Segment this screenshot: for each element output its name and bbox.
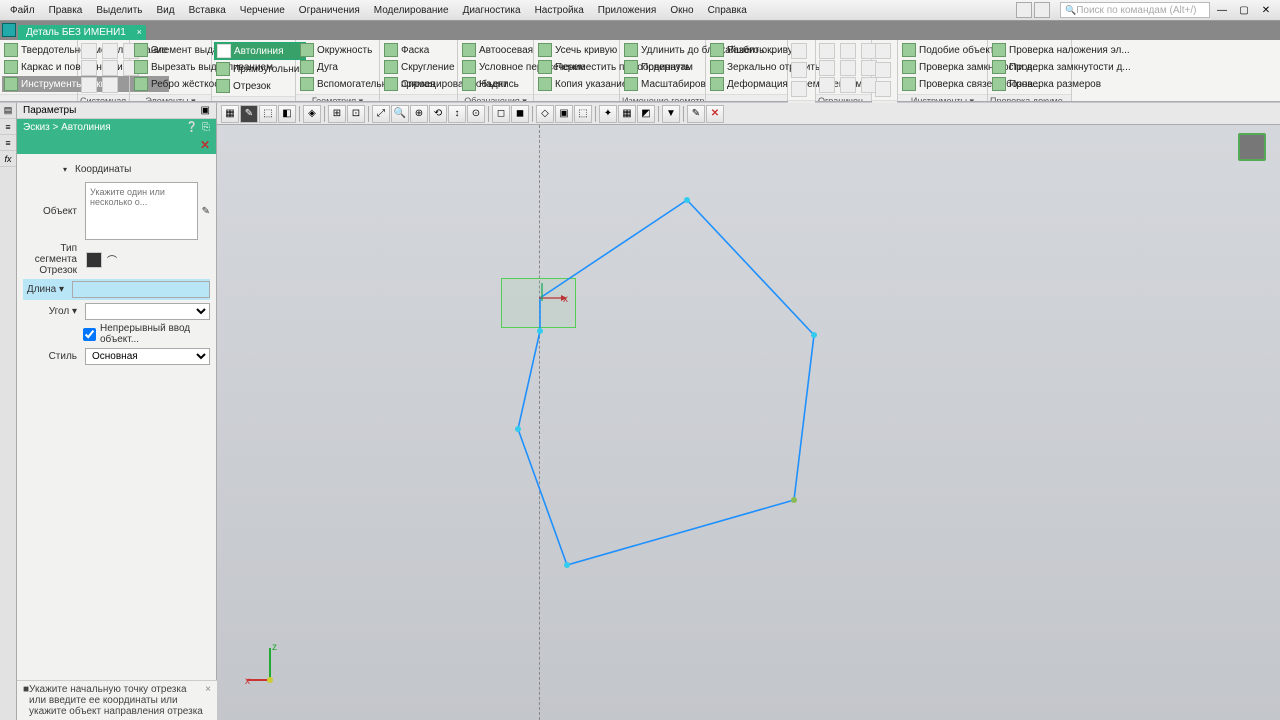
menu-help[interactable]: Справка bbox=[702, 3, 753, 18]
style-select[interactable]: Основная bbox=[85, 348, 210, 365]
sketch-polygon bbox=[217, 103, 1277, 703]
parameters-panel: Параметры▣ Эскиз > Автолиния ❔ ⎘ ✕ Коорд… bbox=[17, 103, 217, 720]
ribbon-label-annot[interactable]: Обозначения ▾ bbox=[458, 94, 533, 101]
minimize-button[interactable]: — bbox=[1213, 2, 1231, 18]
document-tab[interactable]: Деталь БЕЗ ИМЕНИ1 × bbox=[18, 25, 146, 40]
menubar: Файл Правка Выделить Вид Вставка Черчени… bbox=[0, 0, 1280, 21]
segtype-arc-icon[interactable]: ⌒ bbox=[107, 252, 117, 267]
label-angle[interactable]: Угол ▾ bbox=[23, 306, 81, 317]
svg-text:x: x bbox=[245, 676, 250, 687]
sidetab-fx[interactable]: fx bbox=[0, 151, 16, 167]
ribbon: Твердотельное моделирование Каркас и пов… bbox=[0, 40, 1280, 102]
menu-modeling[interactable]: Моделирование bbox=[368, 3, 455, 18]
panel-breadcrumb: Эскиз > Автолиния ❔ ⎘ bbox=[17, 119, 216, 136]
maximize-button[interactable]: ▢ bbox=[1235, 2, 1253, 18]
continuous-checkbox[interactable] bbox=[83, 328, 96, 341]
eyedrop-icon[interactable]: ✎ bbox=[202, 206, 210, 217]
btn-check-closed2[interactable]: Проверка замкнутости д... bbox=[990, 59, 1133, 75]
header-icon-2[interactable] bbox=[1034, 2, 1050, 18]
help-icon[interactable]: ❔ bbox=[186, 122, 198, 133]
sidetab-1[interactable]: ▤ bbox=[0, 103, 16, 119]
document-tabs: Деталь БЕЗ ИМЕНИ1 × bbox=[0, 21, 1280, 40]
ribbon-label-elements[interactable]: Элементы ▾ bbox=[130, 94, 211, 101]
ribbon-label-geometry[interactable]: Геометрия ▾ bbox=[296, 94, 379, 101]
menu-view[interactable]: Вид bbox=[151, 3, 181, 18]
axis-triad: x z bbox=[245, 642, 295, 692]
segtype-line-icon[interactable] bbox=[86, 252, 102, 268]
btn-check-overlap[interactable]: Проверка наложения эл... bbox=[990, 42, 1133, 58]
panel-close-icon[interactable]: ✕ bbox=[200, 138, 210, 152]
app-icon bbox=[2, 23, 16, 37]
pin-icon[interactable]: ⎘ bbox=[202, 122, 210, 133]
status-close-icon[interactable]: × bbox=[205, 684, 211, 717]
continuous-label: Непрерывный ввод объект... bbox=[100, 323, 210, 345]
canvas-viewport[interactable]: ▦ ✎ ⬚ ◧ ◈ ⊞ ⊡ ⤢ 🔍 ⊕ ⟲ ↕ ⊙ ◻ ◼ ◇ ▣ ⬚ ✦ ▦ bbox=[217, 103, 1280, 720]
ribbon-group-label-0 bbox=[0, 94, 77, 101]
ribbon-label-system[interactable]: Системная ▾ bbox=[78, 94, 129, 101]
object-input[interactable] bbox=[85, 182, 198, 240]
origin-marker: x bbox=[539, 283, 569, 313]
svg-text:z: z bbox=[272, 642, 277, 653]
label-object: Объект bbox=[23, 206, 81, 217]
side-tab-strip: ▤ ≡ ≡ fx bbox=[0, 103, 17, 720]
panel-close-row: ✕ bbox=[17, 136, 216, 154]
sys-icon[interactable] bbox=[81, 43, 97, 59]
btn-segment[interactable]: Отрезок bbox=[214, 78, 306, 94]
label-length[interactable]: Длина ▾ bbox=[23, 284, 68, 295]
sidetab-2[interactable]: ≡ bbox=[0, 119, 16, 135]
dim-icon[interactable] bbox=[791, 43, 807, 59]
label-segtype: Тип сегмента Отрезок bbox=[23, 243, 81, 276]
status-text: Укажите начальную точку отрезка или введ… bbox=[29, 684, 205, 717]
btn-rectangle[interactable]: Прямоугольник bbox=[214, 61, 306, 77]
status-bar: ■ Укажите начальную точку отрезка или вв… bbox=[17, 680, 217, 720]
menu-constraints[interactable]: Ограничения bbox=[293, 3, 366, 18]
main-area: ▤ ≡ ≡ fx Параметры▣ Эскиз > Автолиния ❔ … bbox=[0, 103, 1280, 720]
sidetab-3[interactable]: ≡ bbox=[0, 135, 16, 151]
sketch-mode-icon[interactable] bbox=[1238, 133, 1266, 161]
menu-file[interactable]: Файл bbox=[4, 3, 41, 18]
btn-check-dims[interactable]: Проверка размеров bbox=[990, 76, 1133, 92]
ribbon-label-editgeom[interactable]: Изменение геометрии ▾ bbox=[620, 94, 705, 101]
panel-body: Координаты Объект ✎ Тип сегмента Отрезок… bbox=[17, 154, 216, 720]
length-input[interactable] bbox=[72, 281, 210, 298]
close-button[interactable]: ✕ bbox=[1257, 2, 1275, 18]
menu-settings[interactable]: Настройка bbox=[529, 3, 590, 18]
menu-apps[interactable]: Приложения bbox=[592, 3, 663, 18]
tab-close-icon[interactable]: × bbox=[137, 27, 142, 37]
menu-select[interactable]: Выделить bbox=[90, 3, 148, 18]
menu-insert[interactable]: Вставка bbox=[183, 3, 232, 18]
menu-edit[interactable]: Правка bbox=[43, 3, 89, 18]
command-search[interactable]: 🔍 Поиск по командам (Alt+/) bbox=[1060, 2, 1210, 18]
header-icon-1[interactable] bbox=[1016, 2, 1032, 18]
angle-select[interactable] bbox=[85, 303, 210, 320]
header-icons bbox=[1016, 2, 1050, 18]
document-tab-title: Деталь БЕЗ ИМЕНИ1 bbox=[26, 27, 126, 38]
svg-text:x: x bbox=[563, 294, 568, 305]
section-coords[interactable]: Координаты bbox=[23, 160, 210, 179]
label-style: Стиль bbox=[23, 351, 81, 362]
menu-window[interactable]: Окно bbox=[664, 3, 699, 18]
btn-autoline[interactable]: Автолиния bbox=[214, 42, 306, 60]
menu-drafting[interactable]: Черчение bbox=[234, 3, 291, 18]
menu-diagnostics[interactable]: Диагностика bbox=[457, 3, 527, 18]
panel-title: Параметры▣ bbox=[17, 103, 216, 119]
